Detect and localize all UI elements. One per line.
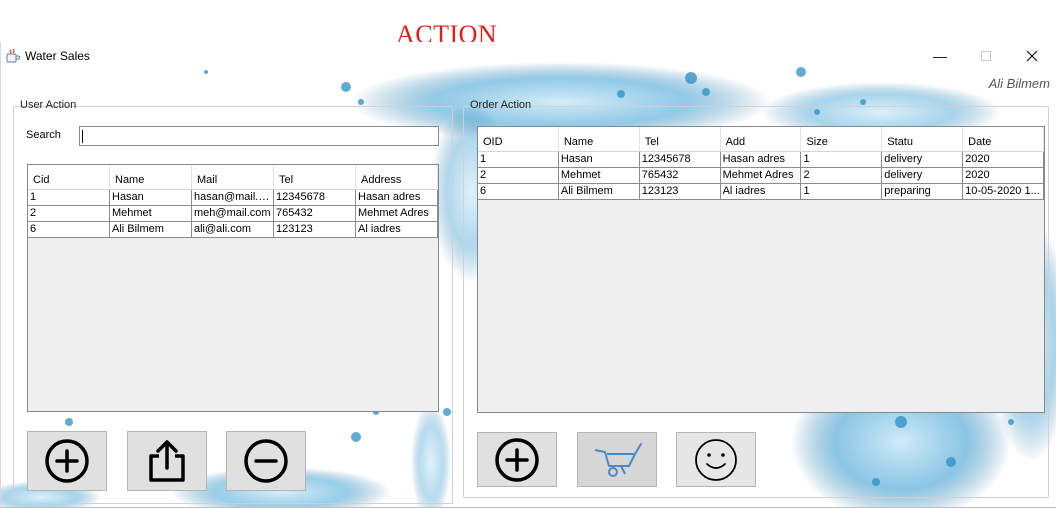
table-cell: Hasan (559, 152, 640, 167)
table-cell: Ali Bilmem (559, 184, 640, 199)
table-cell: 2 (478, 168, 559, 183)
column-header[interactable]: OID (478, 127, 559, 151)
table-cell: Al iadres (356, 222, 438, 237)
close-icon (1026, 50, 1038, 62)
table-cell: 765432 (274, 206, 356, 221)
wheelbarrow-icon (594, 442, 642, 477)
table-cell: Hasan adres (356, 190, 438, 205)
column-header[interactable]: Date (963, 127, 1044, 151)
table-cell: 10-05-2020 1... (963, 184, 1044, 199)
table-cell: 123123 (274, 222, 356, 237)
table-cell: 1 (801, 184, 883, 199)
table-cell: Ali Bilmem (110, 222, 192, 237)
minimize-button[interactable]: — (917, 42, 963, 70)
java-cup-icon (6, 48, 20, 63)
column-header[interactable]: Size (801, 127, 883, 151)
table-cell: 2 (801, 168, 883, 183)
column-header[interactable]: Add (721, 127, 802, 151)
table-cell: 765432 (640, 168, 721, 183)
column-header[interactable]: Statu (882, 127, 964, 151)
column-header[interactable]: Tel (274, 165, 356, 189)
delete-user-button[interactable] (226, 431, 306, 491)
add-order-button[interactable] (477, 432, 557, 487)
table-row[interactable]: 2 Mehmet meh@mail.com 765432 Mehmet Adre… (28, 206, 438, 222)
smiley-icon (695, 438, 737, 481)
table-row[interactable]: 6 Ali Bilmem 123123 Al iadres 1 preparin… (478, 184, 1044, 200)
table-cell: delivery (882, 168, 964, 183)
smile-button[interactable] (676, 432, 756, 487)
table-cell: 12345678 (274, 190, 356, 205)
table-cell: 6 (478, 184, 559, 199)
table-cell: 2 (28, 206, 110, 221)
column-header[interactable]: Address (356, 165, 438, 189)
table-cell: Mehmet (110, 206, 192, 221)
table-cell: 6 (28, 222, 110, 237)
table-cell: 12345678 (640, 152, 721, 167)
search-input[interactable] (79, 126, 439, 146)
minimize-icon: — (933, 48, 947, 64)
table-row[interactable]: 2 Mehmet 765432 Mehmet Adres 2 delivery … (478, 168, 1044, 184)
table-cell: ali@ali.com (192, 222, 274, 237)
table-cell: meh@mail.com (192, 206, 274, 221)
table-row[interactable]: 1 Hasan hasan@mail.c... 12345678 Hasan a… (28, 190, 438, 206)
table-cell: preparing (882, 184, 964, 199)
table-cell: 1 (801, 152, 883, 167)
table-cell: 2020 (963, 152, 1044, 167)
plus-circle-icon (495, 437, 539, 482)
window-title: Water Sales (25, 49, 90, 63)
maximize-icon (981, 51, 991, 61)
order-action-legend: Order Action (470, 99, 532, 111)
user-action-legend: User Action (20, 99, 77, 111)
table-cell: 1 (28, 190, 110, 205)
upload-icon (149, 440, 185, 482)
app-window: Water Sales — Ali Bilmem User Action Sea… (0, 42, 1056, 508)
table-cell: Mehmet Adres (721, 168, 802, 183)
table-cell: 2020 (963, 168, 1044, 183)
plus-circle-icon (45, 439, 89, 483)
table-row[interactable]: 1 Hasan 12345678 Hasan adres 1 delivery … (478, 152, 1044, 168)
current-user-label: Ali Bilmem (988, 76, 1050, 91)
minus-circle-icon (244, 439, 288, 483)
update-user-button[interactable] (127, 431, 207, 491)
table-cell: delivery (882, 152, 964, 167)
table-cell: Mehmet Adres (356, 206, 438, 221)
column-header[interactable]: Name (559, 127, 640, 151)
column-header[interactable]: Tel (640, 127, 721, 151)
table-cell: hasan@mail.c... (194, 190, 274, 205)
maximize-button[interactable] (963, 42, 1009, 70)
column-header[interactable]: Name (110, 165, 192, 189)
table-cell: 123123 (640, 184, 721, 199)
close-button[interactable] (1009, 42, 1055, 70)
title-bar: Water Sales — (1, 42, 1056, 70)
users-table[interactable]: Cid Name Mail Tel Address 1 Hasan hasan@… (27, 164, 439, 412)
orders-table[interactable]: OID Name Tel Add Size Statu Date 1 Hasan… (477, 126, 1045, 413)
table-row[interactable]: 6 Ali Bilmem ali@ali.com 123123 Al iadre… (28, 222, 438, 238)
deliver-order-button[interactable] (577, 432, 657, 487)
users-table-header: Cid Name Mail Tel Address (28, 165, 438, 190)
orders-table-header: OID Name Tel Add Size Statu Date (478, 127, 1044, 152)
add-user-button[interactable] (27, 431, 107, 491)
column-header[interactable]: Cid (28, 165, 110, 189)
table-cell: Hasan (110, 190, 192, 205)
table-cell: Hasan adres (721, 152, 802, 167)
column-header[interactable]: Mail (192, 165, 274, 189)
search-label: Search (26, 129, 61, 141)
text-caret (82, 130, 83, 143)
table-cell: 1 (478, 152, 559, 167)
table-cell: Al iadres (721, 184, 802, 199)
table-cell: Mehmet (559, 168, 640, 183)
